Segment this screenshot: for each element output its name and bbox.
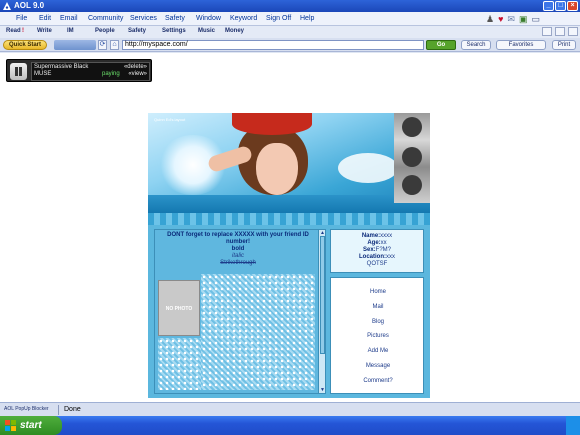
age-value: xx — [380, 240, 387, 246]
home-icon[interactable]: ⌂ — [110, 40, 119, 50]
mail-icon[interactable]: ✉ — [507, 14, 515, 24]
delete-link[interactable]: «delete» — [124, 64, 147, 71]
popup-blocker[interactable]: AOL PopUp Blocker — [4, 406, 49, 412]
photo-strip — [394, 113, 430, 203]
browser-content: Supermassive Black «delete» MUSE «view» pa… — [0, 53, 580, 402]
menu-help[interactable]: Help — [300, 15, 314, 22]
menu-sign-off[interactable]: Sign Off — [266, 15, 291, 22]
no-photo-image: NO PHOTO — [158, 280, 200, 336]
decorative-bar — [148, 213, 430, 225]
menu-bar: File Edit Email Community Services Safet… — [0, 12, 580, 26]
im-icon[interactable]: ▣ — [519, 14, 528, 24]
profile-info: Name:xxxx Age:xx Sex:F?M? Location:xxx Q… — [330, 229, 424, 273]
nav-links: Home Mail Blog Pictures Add Me Message C… — [330, 277, 424, 394]
bold-sample: bold — [231, 246, 245, 252]
status-text: Done — [64, 406, 81, 413]
window-title: AOL 9.0 — [14, 1, 45, 10]
window-restore-button[interactable] — [555, 27, 565, 36]
toolbar: Read ! Write IM People Safety Settings M… — [0, 26, 580, 38]
menu-safety[interactable]: Safety — [165, 15, 185, 22]
track-title: Supermassive Black — [34, 64, 89, 70]
menu-keyword[interactable]: Keyword — [230, 15, 257, 22]
refresh-icon[interactable]: ⟳ — [98, 40, 107, 50]
menu-file[interactable]: File — [16, 15, 27, 22]
view-link[interactable]: «view» — [128, 71, 147, 78]
scrollbar[interactable]: ▲ ▼ — [318, 230, 325, 393]
start-label: start — [20, 420, 42, 431]
intro-text: DONT forget to replace XXXXX with your f… — [158, 232, 318, 267]
link-add-me[interactable]: Add Me — [331, 348, 425, 354]
about-section: DONT forget to replace XXXXX with your f… — [154, 229, 326, 394]
favorites-button[interactable]: Favorites — [496, 40, 546, 50]
close-button[interactable]: × — [567, 1, 578, 11]
player-status: paying — [102, 71, 120, 77]
system-tray[interactable] — [566, 416, 580, 435]
address-bar: Quick Start ⟳ ⌂ http://myspace.com/ Go S… — [0, 38, 580, 52]
name-label: Name: — [361, 233, 381, 239]
title-bar: AOL 9.0 _ □ × — [0, 0, 580, 12]
aol-logo-icon — [3, 2, 11, 10]
banner-image: Quinn Ed's layout — [148, 113, 430, 213]
pattern-area — [201, 274, 315, 390]
menu-window[interactable]: Window — [196, 15, 221, 22]
windows-flag-icon — [5, 420, 16, 431]
go-button[interactable]: Go — [426, 40, 456, 50]
maximize-button[interactable]: □ — [555, 1, 566, 11]
link-pictures[interactable]: Pictures — [331, 333, 425, 339]
heart-icon[interactable]: ♥ — [498, 14, 503, 24]
media-player: Supermassive Black «delete» MUSE «view» pa… — [6, 59, 152, 82]
link-comment[interactable]: Comment? — [331, 378, 425, 384]
pattern-area — [158, 338, 201, 390]
minimize-button[interactable]: _ — [543, 1, 554, 11]
menu-services[interactable]: Services — [130, 15, 157, 22]
toolbar-money[interactable]: Money — [225, 28, 244, 34]
track-artist: MUSE — [34, 71, 52, 77]
menu-community[interactable]: Community — [88, 15, 123, 22]
profile-tag: QOTSF — [366, 261, 388, 267]
toolbar-safety[interactable]: Safety — [128, 28, 146, 34]
search-button[interactable]: Search — [461, 40, 491, 50]
toolbar-settings[interactable]: Settings — [162, 28, 186, 34]
sidebar: Name:xxxx Age:xx Sex:F?M? Location:xxx Q… — [330, 229, 424, 394]
sex-value: F?M? — [375, 247, 392, 253]
link-mail[interactable]: Mail — [331, 304, 425, 310]
italic-sample: italic — [231, 253, 244, 259]
link-message[interactable]: Message — [331, 363, 425, 369]
location-label: Location: — [359, 254, 386, 260]
location-value: xxx — [386, 254, 395, 260]
link-home[interactable]: Home — [331, 289, 425, 295]
flag-icon: ! — [22, 28, 24, 34]
print-button[interactable]: Print — [552, 40, 576, 50]
window-close-button[interactable] — [568, 27, 578, 36]
track-info: Supermassive Black «delete» MUSE «view» pa… — [31, 62, 150, 81]
menu-edit[interactable]: Edit — [39, 15, 51, 22]
toolbar-write[interactable]: Write — [37, 28, 52, 34]
url-input[interactable]: http://myspace.com/ — [122, 40, 424, 50]
link-blog[interactable]: Blog — [331, 319, 425, 325]
pause-icon[interactable] — [10, 63, 27, 80]
buddy-icon[interactable]: ♟ — [486, 14, 494, 24]
scroll-thumb[interactable] — [320, 236, 325, 354]
screen-icon[interactable]: ▭ — [531, 14, 540, 24]
start-button[interactable]: start — [0, 416, 62, 435]
scroll-down-icon[interactable]: ▼ — [319, 387, 326, 393]
intro-line: DONT forget to replace XXXXX with your f… — [167, 232, 309, 245]
menu-email[interactable]: Email — [60, 15, 78, 22]
status-bar: AOL PopUp Blocker Done — [0, 402, 580, 416]
toolbar-im[interactable]: IM — [67, 28, 74, 34]
sex-label: Sex: — [362, 247, 376, 253]
name-value: xxxx — [380, 233, 393, 239]
quick-start-button[interactable]: Quick Start — [3, 40, 47, 50]
strike-sample: Strikethrough — [220, 260, 256, 266]
toolbar-read[interactable]: Read — [6, 28, 21, 34]
toolbar-people[interactable]: People — [95, 28, 115, 34]
myspace-page: Quinn Ed's layout DONT forget to replace… — [148, 113, 430, 398]
age-label: Age: — [367, 240, 381, 246]
banner-caption: Quinn Ed's layout — [154, 117, 186, 122]
window-minimize-button[interactable] — [542, 27, 552, 36]
toolbar-music[interactable]: Music — [198, 28, 215, 34]
taskbar: start — [0, 416, 580, 435]
navigation-buttons[interactable] — [54, 40, 96, 50]
